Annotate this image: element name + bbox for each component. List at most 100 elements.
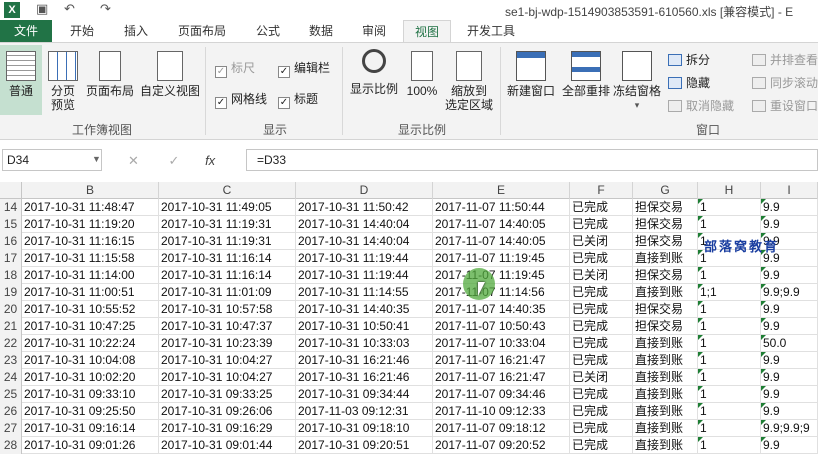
cell-g[interactable]: 担保交易	[633, 267, 698, 284]
cell-b[interactable]: 2017-10-31 10:04:08	[22, 352, 159, 369]
cell-d[interactable]: 2017-10-31 16:21:46	[296, 352, 433, 369]
cell-b[interactable]: 2017-10-31 11:15:58	[22, 250, 159, 267]
cell-f[interactable]: 已关闭	[570, 369, 633, 386]
cell-g[interactable]: 担保交易	[633, 301, 698, 318]
tab-formulas[interactable]: 公式	[244, 20, 292, 42]
cell-h[interactable]: 1	[698, 403, 761, 420]
cell-i[interactable]: 9.9	[761, 437, 818, 454]
custom-views-button[interactable]: 自定义视图	[138, 45, 202, 98]
cell-e[interactable]: 2017-11-07 16:21:47	[433, 369, 570, 386]
cell-h[interactable]: 1	[698, 386, 761, 403]
cell-i[interactable]: 9.9	[761, 199, 818, 216]
column-header[interactable]: G	[633, 182, 698, 199]
tab-file[interactable]: 文件	[0, 20, 52, 42]
row-header[interactable]: 19	[0, 284, 22, 301]
cell-b[interactable]: 2017-10-31 11:48:47	[22, 199, 159, 216]
cell-d[interactable]: 2017-10-31 10:50:41	[296, 318, 433, 335]
column-header[interactable]: C	[159, 182, 296, 199]
cell-f[interactable]: 已关闭	[570, 233, 633, 250]
column-header[interactable]: I	[761, 182, 818, 199]
cell-f[interactable]: 已完成	[570, 403, 633, 420]
cell-g[interactable]: 直接到账	[633, 403, 698, 420]
hide-button[interactable]: 隐藏	[668, 74, 710, 91]
cell-g[interactable]: 直接到账	[633, 386, 698, 403]
cell-i[interactable]: 9.9	[761, 318, 818, 335]
cell-f[interactable]: 已完成	[570, 420, 633, 437]
unhide-button[interactable]: 取消隐藏	[668, 97, 734, 114]
cell-d[interactable]: 2017-10-31 14:40:04	[296, 216, 433, 233]
cell-i[interactable]: 50.0	[761, 335, 818, 352]
cell-c[interactable]: 2017-10-31 11:16:14	[159, 267, 296, 284]
cell-c[interactable]: 2017-10-31 10:57:58	[159, 301, 296, 318]
name-box-dropdown-icon[interactable]: ▼	[92, 154, 101, 164]
cell-b[interactable]: 2017-10-31 10:22:24	[22, 335, 159, 352]
cell-e[interactable]: 2017-11-10 09:12:33	[433, 403, 570, 420]
cell-b[interactable]: 2017-10-31 09:25:50	[22, 403, 159, 420]
cell-b[interactable]: 2017-10-31 10:47:25	[22, 318, 159, 335]
row-header[interactable]: 17	[0, 250, 22, 267]
cell-e[interactable]: 2017-11-07 09:20:52	[433, 437, 570, 454]
formula-input[interactable]: =D33	[246, 149, 818, 171]
cell-g[interactable]: 直接到账	[633, 437, 698, 454]
cell-c[interactable]: 2017-10-31 10:47:37	[159, 318, 296, 335]
cell-h[interactable]: 1	[698, 352, 761, 369]
cell-g[interactable]: 担保交易	[633, 199, 698, 216]
cell-g[interactable]: 担保交易	[633, 318, 698, 335]
cell-h[interactable]: 1	[698, 301, 761, 318]
cell-b[interactable]: 2017-10-31 09:16:14	[22, 420, 159, 437]
column-header[interactable]: D	[296, 182, 433, 199]
cell-e[interactable]: 2017-11-07 10:33:04	[433, 335, 570, 352]
row-header[interactable]: 15	[0, 216, 22, 233]
row-header[interactable]: 20	[0, 301, 22, 318]
tab-view[interactable]: 视图	[403, 20, 451, 42]
row-header[interactable]: 27	[0, 420, 22, 437]
tab-insert[interactable]: 插入	[112, 20, 160, 42]
undo-icon[interactable]: ↶	[64, 1, 75, 17]
normal-view-button[interactable]: 普通	[0, 45, 42, 115]
cell-d[interactable]: 2017-10-31 11:19:44	[296, 267, 433, 284]
cell-i[interactable]: 9.9	[761, 369, 818, 386]
cell-c[interactable]: 2017-10-31 11:16:14	[159, 250, 296, 267]
cell-c[interactable]: 2017-10-31 09:33:25	[159, 386, 296, 403]
cell-e[interactable]: 2017-11-07 09:18:12	[433, 420, 570, 437]
select-all-corner[interactable]	[0, 182, 22, 199]
new-window-button[interactable]: 新建窗口	[504, 45, 558, 98]
cell-c[interactable]: 2017-10-31 11:49:05	[159, 199, 296, 216]
cell-e[interactable]: 2017-11-07 10:50:43	[433, 318, 570, 335]
cell-c[interactable]: 2017-10-31 09:26:06	[159, 403, 296, 420]
cell-i[interactable]: 9.9	[761, 403, 818, 420]
cell-g[interactable]: 直接到账	[633, 420, 698, 437]
ruler-checkbox[interactable]: ✓ 标尺	[215, 59, 255, 78]
cell-f[interactable]: 已完成	[570, 199, 633, 216]
cell-f[interactable]: 已完成	[570, 284, 633, 301]
cell-e[interactable]: 2017-11-07 16:21:47	[433, 352, 570, 369]
cell-c[interactable]: 2017-10-31 11:19:31	[159, 216, 296, 233]
cell-c[interactable]: 2017-10-31 09:16:29	[159, 420, 296, 437]
cell-b[interactable]: 2017-10-31 11:00:51	[22, 284, 159, 301]
cell-g[interactable]: 担保交易	[633, 233, 698, 250]
name-box[interactable]: D34	[2, 149, 102, 171]
cell-g[interactable]: 直接到账	[633, 335, 698, 352]
cell-f[interactable]: 已完成	[570, 250, 633, 267]
cell-i[interactable]: 9.9;9.9;9	[761, 420, 818, 437]
cell-e[interactable]: 2017-11-07 14:40:05	[433, 216, 570, 233]
cell-h[interactable]: 1	[698, 199, 761, 216]
cell-d[interactable]: 2017-10-31 14:40:04	[296, 233, 433, 250]
row-header[interactable]: 24	[0, 369, 22, 386]
gridlines-checkbox[interactable]: ✓ 网格线	[215, 90, 267, 109]
cell-c[interactable]: 2017-10-31 11:01:09	[159, 284, 296, 301]
column-header[interactable]: B	[22, 182, 159, 199]
cell-g[interactable]: 担保交易	[633, 216, 698, 233]
tab-home[interactable]: 开始	[58, 20, 106, 42]
cell-d[interactable]: 2017-10-31 11:19:44	[296, 250, 433, 267]
cell-h[interactable]: 1	[698, 216, 761, 233]
cell-c[interactable]: 2017-10-31 10:04:27	[159, 369, 296, 386]
cell-g[interactable]: 直接到账	[633, 284, 698, 301]
row-header[interactable]: 23	[0, 352, 22, 369]
page-layout-view-button[interactable]: 页面布局	[84, 45, 136, 98]
cell-b[interactable]: 2017-10-31 11:19:20	[22, 216, 159, 233]
cell-d[interactable]: 2017-10-31 09:18:10	[296, 420, 433, 437]
cell-e[interactable]: 2017-11-07 11:14:56	[433, 284, 570, 301]
cell-d[interactable]: 2017-10-31 11:50:42	[296, 199, 433, 216]
tab-data[interactable]: 数据	[297, 20, 345, 42]
